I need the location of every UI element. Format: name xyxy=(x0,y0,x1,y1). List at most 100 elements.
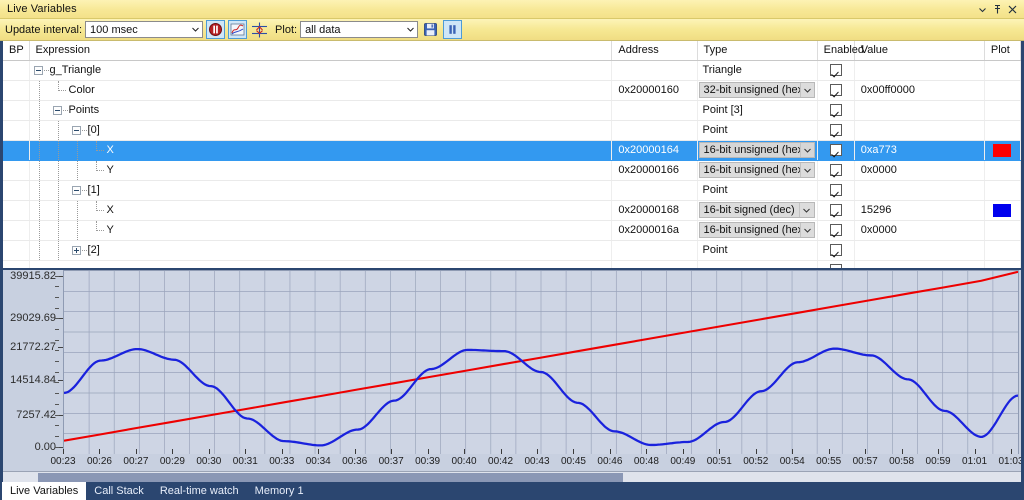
cell-value[interactable] xyxy=(854,100,985,121)
enabled-checkbox[interactable] xyxy=(829,164,842,176)
column-header-bp[interactable]: BP xyxy=(3,41,30,61)
cell-bp[interactable] xyxy=(3,160,30,181)
cell-expression[interactable]: g_Triangle xyxy=(29,60,613,81)
cell-address[interactable] xyxy=(611,100,698,121)
cell-expression[interactable]: X xyxy=(29,140,613,161)
cell-bp[interactable] xyxy=(3,60,30,81)
cell-expression[interactable]: [1] xyxy=(29,180,613,201)
table-row[interactable]: [1] Point xyxy=(3,180,1021,201)
table-row[interactable]: Y 0x20000166 16-bit unsigned (hex) 0x0000 xyxy=(3,160,1021,181)
plot-color-swatch[interactable] xyxy=(993,143,1012,157)
table-row[interactable]: [0] Point xyxy=(3,120,1021,141)
cell-plot[interactable] xyxy=(984,200,1021,221)
cell-plot[interactable] xyxy=(984,100,1021,121)
cell-plot[interactable] xyxy=(984,120,1021,141)
table-row[interactable]: [2] Point xyxy=(3,240,1021,261)
cell-value[interactable] xyxy=(854,120,985,141)
cell-enabled[interactable] xyxy=(817,100,855,121)
column-header-type[interactable]: Type xyxy=(697,41,818,61)
enabled-checkbox[interactable] xyxy=(829,124,842,136)
cell-bp[interactable] xyxy=(3,180,30,201)
cell-type[interactable]: 16-bit unsigned (hex) xyxy=(697,160,818,181)
variables-grid[interactable]: BP Expression Address Type Enabled Value… xyxy=(0,41,1024,268)
plot-select[interactable]: all data xyxy=(300,21,419,38)
chevron-down-icon[interactable] xyxy=(799,163,814,177)
cell-value[interactable] xyxy=(854,60,985,81)
cell-expression[interactable]: Points xyxy=(29,100,613,121)
cell-type[interactable]: Point xyxy=(697,180,818,201)
cell-value[interactable]: 15296 xyxy=(854,200,985,221)
enabled-checkbox[interactable] xyxy=(829,84,842,96)
cell-enabled[interactable] xyxy=(817,200,855,221)
cell-address[interactable] xyxy=(611,120,698,141)
cell-value[interactable] xyxy=(854,260,985,268)
cell-bp[interactable] xyxy=(3,100,30,121)
cell-bp[interactable] xyxy=(3,220,30,241)
plot-horizontal-scrollbar[interactable] xyxy=(3,471,1021,482)
enabled-checkbox[interactable] xyxy=(829,224,842,236)
column-header-address[interactable]: Address xyxy=(611,41,698,61)
cell-bp[interactable] xyxy=(3,200,30,221)
collapse-icon[interactable] xyxy=(68,181,87,200)
cell-value[interactable] xyxy=(854,180,985,201)
cell-type[interactable]: Point xyxy=(697,240,818,261)
cell-bp[interactable] xyxy=(3,120,30,141)
collapse-icon[interactable] xyxy=(30,61,49,80)
cell-enabled[interactable] xyxy=(817,240,855,261)
chevron-down-icon[interactable] xyxy=(799,83,814,97)
cell-address[interactable]: 0x20000168 xyxy=(611,200,698,221)
collapse-icon[interactable] xyxy=(49,101,68,120)
enabled-checkbox[interactable] xyxy=(829,244,842,256)
plot-color-swatch[interactable] xyxy=(993,203,1012,217)
cell-address[interactable] xyxy=(611,240,698,261)
update-interval-select[interactable]: 100 msec xyxy=(85,21,204,38)
cell-expression[interactable]: Y xyxy=(29,160,613,181)
cell-enabled[interactable] xyxy=(817,80,855,101)
cell-type[interactable]: Point [3] xyxy=(697,100,818,121)
column-header-value[interactable]: Value xyxy=(854,41,985,61)
cell-plot[interactable] xyxy=(984,260,1021,268)
graph-button[interactable] xyxy=(228,20,248,39)
cell-plot[interactable] xyxy=(984,220,1021,241)
tab-real-time-watch[interactable]: Real-time watch xyxy=(152,482,247,500)
cell-expression[interactable]: Color xyxy=(29,80,613,101)
cell-address[interactable] xyxy=(611,260,698,268)
cell-enabled[interactable] xyxy=(817,140,855,161)
cell-plot[interactable] xyxy=(984,60,1021,81)
chevron-down-icon[interactable] xyxy=(403,22,417,37)
enabled-checkbox[interactable] xyxy=(829,204,842,216)
cell-expression[interactable] xyxy=(29,260,613,268)
cell-plot[interactable] xyxy=(984,140,1021,161)
cell-value[interactable] xyxy=(854,240,985,261)
close-icon[interactable] xyxy=(1005,2,1020,17)
plot-canvas[interactable] xyxy=(63,270,1019,454)
collapse-icon[interactable] xyxy=(68,121,87,140)
table-row[interactable]: g_Triangle Triangle xyxy=(3,60,1021,81)
fit-axes-button[interactable] xyxy=(250,20,269,39)
cell-address[interactable]: 0x20000164 xyxy=(611,140,698,161)
cell-bp[interactable] xyxy=(3,260,30,268)
column-header-plot[interactable]: Plot xyxy=(984,41,1021,61)
chevron-down-icon[interactable] xyxy=(798,203,814,217)
cell-plot[interactable] xyxy=(984,240,1021,261)
table-row[interactable] xyxy=(3,260,1021,268)
chevron-down-icon[interactable] xyxy=(188,22,202,37)
column-header-enabled[interactable]: Enabled xyxy=(817,41,864,61)
cell-plot[interactable] xyxy=(984,160,1021,181)
cell-address[interactable]: 0x20000160 xyxy=(611,80,698,101)
cell-type[interactable]: 16-bit signed (dec) xyxy=(697,200,818,221)
type-select[interactable]: 16-bit unsigned (hex) xyxy=(698,142,815,158)
cell-value[interactable]: 0x0000 xyxy=(854,220,985,241)
enabled-checkbox[interactable] xyxy=(829,64,842,76)
cell-expression[interactable]: [0] xyxy=(29,120,613,141)
cell-value[interactable]: 0x0000 xyxy=(854,160,985,181)
cell-bp[interactable] xyxy=(3,80,30,101)
window-menu-chevron-icon[interactable] xyxy=(975,2,990,17)
type-select[interactable]: 16-bit unsigned (hex) xyxy=(698,222,815,238)
cell-bp[interactable] xyxy=(3,240,30,261)
pin-icon[interactable] xyxy=(990,2,1005,17)
type-select[interactable]: 16-bit signed (dec) xyxy=(698,202,815,218)
cell-expression[interactable]: X xyxy=(29,200,613,221)
chevron-down-icon[interactable] xyxy=(799,223,814,237)
table-row[interactable]: Y 0x2000016a 16-bit unsigned (hex) 0x0000 xyxy=(3,220,1021,241)
